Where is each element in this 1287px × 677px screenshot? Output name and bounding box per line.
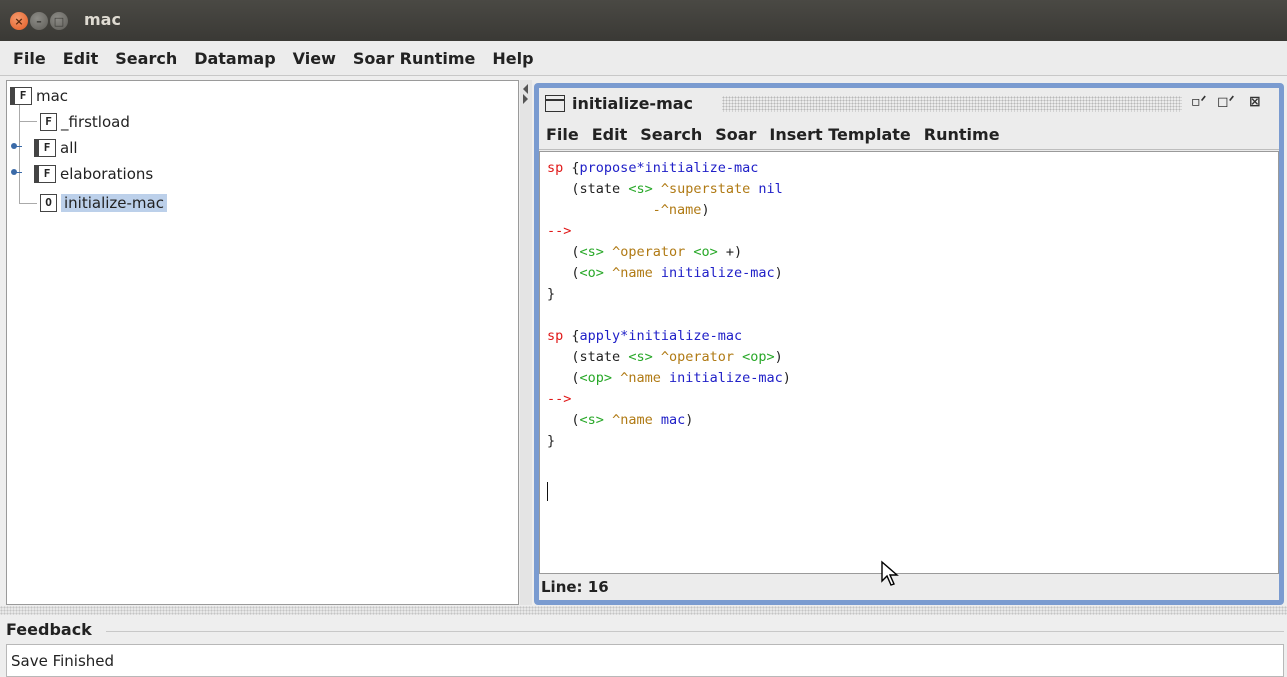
tree-node-label: _firstload [61,113,130,131]
menu-datamap[interactable]: Datamap [194,49,275,68]
editor-menu-insert-template[interactable]: Insert Template [769,125,910,144]
code-line: (state <s> ^operator <op>) [571,349,783,365]
tree-node-label: all [60,139,78,157]
close-window-button[interactable]: × [10,12,28,30]
tree-node-label: elaborations [60,165,154,183]
collapse-left-icon[interactable] [523,84,528,94]
tree-item-initialize-mac[interactable]: O initialize-mac [40,191,167,215]
main-menu-bar: File Edit Search Datamap View Soar Runti… [0,41,1287,76]
window-title: mac [84,10,121,29]
operator-file-icon: O [40,194,57,212]
tree-line [19,203,37,204]
menu-view[interactable]: View [293,49,336,68]
editor-menu-edit[interactable]: Edit [592,125,628,144]
tree-line [19,121,37,122]
title-bar-texture [722,96,1182,112]
folder-icon: F [34,165,56,183]
title-bar: × – □ mac [0,0,1287,41]
feedback-border [106,631,1284,632]
code-line: (<o> ^name initialize-mac) [571,265,783,281]
code-line: (<s> ^operator <o> +) [571,244,743,260]
tree-item-all[interactable]: F all [34,136,78,160]
tree-line [19,103,20,203]
menu-edit[interactable]: Edit [63,49,99,68]
editor-internal-frame[interactable]: initialize-mac ▫ᐟ ◻ᐟ ⊠ File Edit Search … [534,83,1284,605]
tree-node-label: initialize-mac [61,194,167,212]
file-icon: F [40,113,57,131]
editor-menu-soar[interactable]: Soar [715,125,756,144]
editor-title: initialize-mac [572,94,694,113]
menu-soar-runtime[interactable]: Soar Runtime [353,49,476,68]
menu-help[interactable]: Help [492,49,533,68]
menu-file[interactable]: File [13,49,46,68]
code-line: --> [547,223,572,239]
mouse-pointer-icon [881,560,899,586]
feedback-panel: Feedback Save Finished [6,618,1284,677]
code-line: -^name) [652,202,710,218]
minimize-window-button[interactable]: – [30,12,48,30]
folder-icon: F [10,87,32,105]
project-tree[interactable]: F mac F _firstload F all F elaborations … [6,80,519,605]
editor-menu-search[interactable]: Search [640,125,702,144]
tree-root-mac[interactable]: F mac [10,84,68,108]
feedback-message[interactable]: Save Finished [11,652,114,670]
tree-item-firstload[interactable]: F _firstload [40,110,130,134]
expand-toggle-icon[interactable] [11,142,22,150]
text-caret [547,482,548,501]
feedback-title: Feedback [6,620,95,639]
editor-menu-file[interactable]: File [546,125,579,144]
tree-item-elaborations[interactable]: F elaborations [34,162,153,186]
code-line: } [547,286,556,302]
iconify-icon[interactable]: ▫ᐟ [1191,94,1206,110]
code-line: sp {propose*initialize-mac [547,160,759,176]
line-status: Line: 16 [541,578,609,596]
code-line: (<s> ^name mac) [571,412,694,428]
folder-icon: F [34,139,56,157]
menu-search[interactable]: Search [115,49,177,68]
feedback-list[interactable]: Save Finished [6,644,1284,677]
editor-menu-runtime[interactable]: Runtime [924,125,1000,144]
code-line: (state <s> ^superstate nil [571,181,783,197]
code-line: --> [547,391,572,407]
code-content: sp {propose*initialize-mac (state <s> ^s… [547,158,1278,452]
maximize-window-button[interactable]: □ [50,12,68,30]
editor-menu-bar: File Edit Search Soar Insert Template Ru… [539,119,1279,150]
code-line: (<op> ^name initialize-mac) [571,370,791,386]
window-icon [545,95,565,112]
code-editor[interactable]: sp {propose*initialize-mac (state <s> ^s… [539,151,1279,574]
restore-icon[interactable]: ◻ᐟ [1217,94,1235,110]
collapse-right-icon[interactable] [523,94,528,104]
close-frame-icon[interactable]: ⊠ [1249,94,1261,110]
code-line: } [547,433,556,449]
tree-node-label: mac [36,87,69,105]
horizontal-splitter[interactable] [0,606,1287,615]
code-line: sp {apply*initialize-mac [547,328,743,344]
vertical-splitter[interactable] [520,80,532,605]
expand-toggle-icon[interactable] [11,168,22,176]
